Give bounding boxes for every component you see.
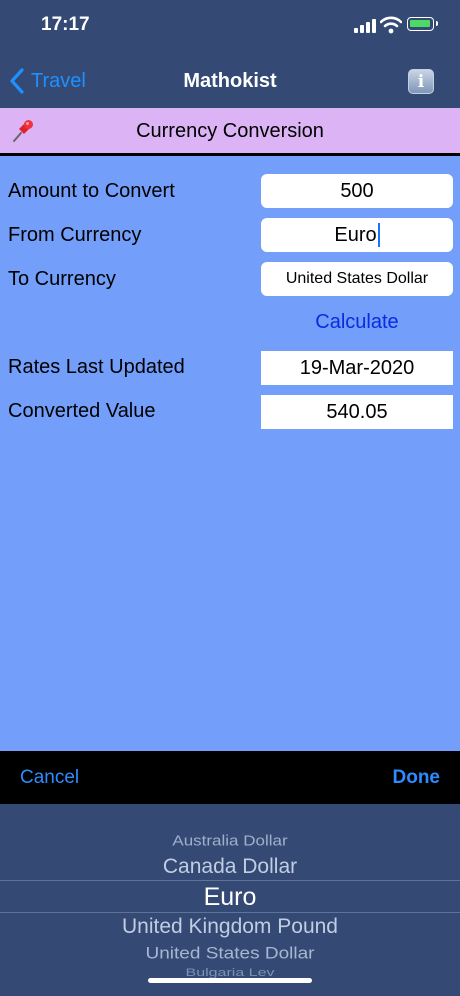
from-currency-label: From Currency [8, 224, 142, 246]
from-currency-input[interactable]: Euro [261, 218, 453, 252]
picker-option[interactable]: Canada Dollar [0, 855, 460, 879]
rates-updated-value: 19-Mar-2020 [299, 356, 415, 379]
converted-value-label: Converted Value [8, 400, 156, 422]
home-indicator[interactable] [148, 978, 312, 983]
nav-title: Mathokist [183, 70, 277, 92]
rates-updated-label: Rates Last Updated [8, 356, 185, 378]
picker-option[interactable]: United States Dollar [0, 944, 460, 963]
rates-updated-field: 19-Mar-2020 [261, 351, 453, 385]
to-currency-input[interactable]: United States Dollar [261, 262, 453, 296]
picker-toolbar: Cancel Done [0, 751, 460, 804]
amount-value: 500 [340, 179, 374, 202]
header-title: Currency Conversion [136, 120, 324, 142]
amount-input[interactable]: 500 [261, 174, 453, 208]
cancel-button[interactable]: Cancel [20, 767, 79, 789]
signal-icon [354, 19, 376, 33]
top-bar: 17:17 Travel Mathokist i [0, 0, 460, 108]
picker-selection-line-top [0, 880, 460, 881]
conversion-form: Amount to Convert 500 From Currency Euro… [0, 156, 460, 751]
currency-picker[interactable]: Australia Dollar Canada Dollar Euro Unit… [0, 804, 460, 996]
converted-value-field: 540.05 [261, 395, 453, 429]
status-time: 17:17 [41, 14, 90, 35]
done-button[interactable]: Done [393, 767, 441, 789]
battery-icon [407, 17, 438, 31]
picker-option[interactable]: Australia Dollar [0, 833, 460, 850]
to-currency-label: To Currency [8, 268, 116, 290]
text-cursor [377, 223, 380, 247]
from-currency-value: Euro [334, 223, 377, 246]
picker-option[interactable]: United Kingdom Pound [0, 915, 460, 939]
amount-label: Amount to Convert [8, 180, 175, 202]
converted-value: 540.05 [326, 400, 388, 423]
to-currency-value: United States Dollar [285, 270, 429, 287]
section-header: Currency Conversion [0, 108, 460, 156]
wifi-icon [380, 16, 402, 34]
picker-selection-line-bottom [0, 912, 460, 913]
info-icon[interactable]: i [408, 69, 434, 94]
calculate-button[interactable]: Calculate [261, 311, 453, 334]
picker-option-selected[interactable]: Euro [0, 883, 460, 912]
